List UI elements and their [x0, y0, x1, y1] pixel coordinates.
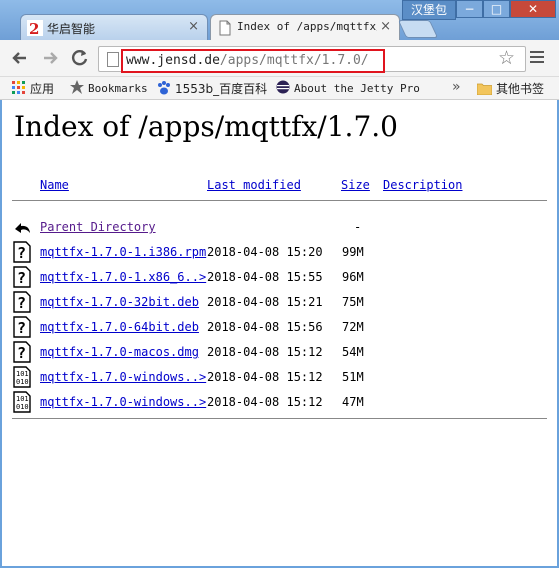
file-size: 54M [342, 345, 364, 359]
close-tab-icon[interactable]: × [188, 19, 199, 34]
page-title: Index of /apps/mqttfx/1.7.0 [14, 110, 398, 143]
bookmark-bookmarks[interactable]: Bookmarks [70, 80, 148, 95]
file-size: 99M [342, 245, 364, 259]
file-modified: 2018-04-08 15:20 [207, 245, 323, 259]
url-highlight-box [121, 49, 385, 73]
title-bar: 汉堡包 − □ ✕ 2 华启智能 × Index of /apps/mqttfx… [0, 0, 559, 40]
file-size: 75M [342, 295, 364, 309]
bookmark-label: 其他书签 [496, 82, 545, 96]
bookmark-label: 应用 [30, 82, 55, 96]
file-row: ? mqttfx-1.7.0-1.x86_6..> 2018-04-08 15:55… [2, 266, 557, 294]
svg-text:?: ? [17, 244, 26, 262]
unknown-file-icon: ? [13, 291, 31, 313]
file-link[interactable]: mqttfx-1.7.0-1.i386.rpm [40, 245, 206, 259]
svg-text:101: 101 [16, 370, 29, 378]
bookmark-label: 1553b_百度百科 [175, 82, 268, 96]
file-link[interactable]: mqttfx-1.7.0-64bit.deb [40, 320, 199, 334]
file-size: 51M [342, 370, 364, 384]
file-modified: 2018-04-08 15:12 [207, 370, 323, 384]
close-window-button[interactable]: ✕ [510, 0, 556, 18]
reload-icon[interactable] [70, 48, 90, 68]
file-row: 101 010 mqttfx-1.7.0-windows..> 2018-04-08 … [2, 366, 557, 394]
page-icon [107, 52, 119, 67]
back-folder-icon [15, 223, 30, 233]
new-tab-button[interactable] [397, 20, 439, 38]
file-modified: 2018-04-08 15:12 [207, 395, 323, 409]
sort-by-modified-link[interactable]: Last modified [207, 178, 301, 192]
unknown-file-icon: ? [13, 241, 31, 263]
file-size: 47M [342, 395, 364, 409]
file-modified: 2018-04-08 15:55 [207, 270, 323, 284]
tab-index-of-mqttfx[interactable]: Index of /apps/mqttfx/1 × [210, 14, 400, 40]
parent-directory-row: Parent Directory - [2, 220, 557, 244]
bookmark-apps[interactable]: 应用 [12, 80, 54, 97]
header-divider [12, 200, 547, 201]
star-icon [70, 80, 84, 94]
file-size: 72M [342, 320, 364, 334]
sort-by-size-link[interactable]: Size [341, 178, 370, 192]
huaqi-favicon-icon: 2 [27, 20, 43, 36]
sort-by-description-link[interactable]: Description [383, 178, 462, 192]
tab-label: Index of /apps/mqttfx/1 [237, 20, 377, 33]
svg-text:101: 101 [16, 395, 29, 403]
bookmark-label: About the Jetty Pro [294, 82, 420, 95]
bookmark-about-jetty[interactable]: About the Jetty Pro [276, 80, 446, 95]
unknown-file-icon: ? [13, 266, 31, 288]
file-link[interactable]: mqttfx-1.7.0-32bit.deb [40, 295, 199, 309]
file-link[interactable]: mqttfx-1.7.0-windows..> [40, 395, 206, 409]
file-row: 101 010 mqttfx-1.7.0-windows..> 2018-04-08 … [2, 391, 557, 419]
svg-text:2: 2 [29, 20, 39, 36]
user-profile-badge[interactable]: 汉堡包 [402, 0, 456, 20]
file-size: 96M [342, 270, 364, 284]
folder-icon [477, 83, 492, 95]
parent-directory-link[interactable]: Parent Directory [40, 220, 156, 234]
binary-file-icon: 101010 [13, 391, 31, 413]
browser-window: 汉堡包 − □ ✕ 2 华启智能 × Index of /apps/mqttfx… [0, 0, 559, 568]
baidu-paw-icon [158, 81, 170, 95]
minimize-button[interactable]: − [456, 0, 483, 18]
sort-by-name-link[interactable]: Name [40, 178, 69, 192]
file-link[interactable]: mqttfx-1.7.0-1.x86_6..> [40, 270, 206, 284]
bookmarks-overflow-chevron[interactable]: » [452, 79, 461, 95]
svg-text:?: ? [17, 294, 26, 312]
page-content: Index of /apps/mqttfx/1.7.0 Name Last mo… [2, 100, 557, 566]
file-modified: 2018-04-08 15:21 [207, 295, 323, 309]
file-modified: 2018-04-08 15:12 [207, 345, 323, 359]
file-modified: 2018-04-08 15:56 [207, 320, 323, 334]
tab-label: 华启智能 [47, 22, 96, 36]
unknown-file-icon: ? [13, 341, 31, 363]
file-link[interactable]: mqttfx-1.7.0-windows..> [40, 370, 206, 384]
file-row: ? mqttfx-1.7.0-32bit.deb 2018-04-08 15:21 7… [2, 291, 557, 319]
forward-arrow-icon[interactable] [40, 48, 60, 68]
eclipse-logo-icon [276, 80, 290, 94]
maximize-button[interactable]: □ [483, 0, 510, 18]
file-row: ? mqttfx-1.7.0-macos.dmg 2018-04-08 15:12 5… [2, 341, 557, 369]
tab-huaqi[interactable]: 2 华启智能 × [20, 14, 208, 40]
svg-text:010: 010 [16, 403, 29, 411]
binary-file-icon: 101010 [13, 366, 31, 388]
bookmark-star-icon[interactable]: ☆ [498, 47, 515, 69]
bookmarks-bar: 应用 Bookmarks 1553b_百度百科 About the Jetty … [0, 77, 559, 100]
document-icon [219, 20, 231, 36]
close-tab-icon[interactable]: × [380, 19, 391, 34]
svg-text:?: ? [17, 319, 26, 337]
bookmark-baidu-1553b[interactable]: 1553b_百度百科 [157, 80, 267, 97]
apps-grid-icon [12, 81, 25, 94]
bookmark-label: Bookmarks [88, 82, 148, 95]
file-row: ? mqttfx-1.7.0-1.i386.rpm 2018-04-08 15:20… [2, 241, 557, 269]
unknown-file-icon: ? [13, 316, 31, 338]
svg-text:?: ? [17, 269, 26, 287]
svg-text:?: ? [17, 344, 26, 362]
file-row: ? mqttfx-1.7.0-64bit.deb 2018-04-08 15:56 7… [2, 316, 557, 344]
footer-divider [12, 418, 547, 419]
svg-text:010: 010 [16, 378, 29, 386]
menu-icon[interactable] [530, 51, 544, 66]
other-bookmarks-folder[interactable]: 其他书签 [477, 80, 544, 97]
file-link[interactable]: mqttfx-1.7.0-macos.dmg [40, 345, 199, 359]
back-arrow-icon[interactable] [10, 48, 30, 68]
parent-size: - [354, 220, 362, 234]
